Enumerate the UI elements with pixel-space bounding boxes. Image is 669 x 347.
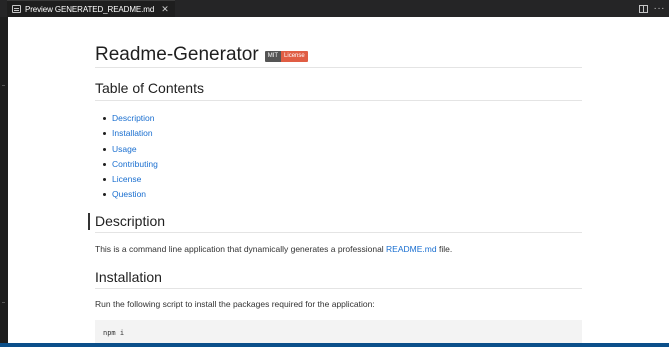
more-actions-icon[interactable]: ··· bbox=[654, 3, 666, 14]
toc-link-question[interactable]: Question bbox=[103, 187, 158, 202]
description-text-end: file. bbox=[436, 244, 453, 254]
tab-preview-readme[interactable]: Preview GENERATED_README.md ✕ bbox=[7, 0, 175, 17]
description-text-start: This is a command line application that … bbox=[95, 244, 387, 254]
installation-text: Run the following script to install the … bbox=[95, 299, 375, 309]
badge-message: License bbox=[281, 50, 308, 62]
installation-heading: Installation bbox=[95, 269, 162, 285]
code-text: npm i bbox=[103, 329, 125, 337]
editor-actions: ··· bbox=[638, 0, 666, 17]
description-text: This is a command line application that … bbox=[95, 244, 452, 254]
gutter-mark bbox=[2, 85, 5, 86]
toc-divider bbox=[95, 100, 582, 101]
license-badge: MIT License bbox=[264, 50, 308, 62]
editor-gutter bbox=[0, 17, 8, 343]
title-divider bbox=[95, 67, 582, 68]
toc-link-installation[interactable]: Installation bbox=[103, 126, 158, 141]
table-of-contents: Description Installation Usage Contribut… bbox=[103, 111, 158, 203]
tab-title: Preview GENERATED_README.md bbox=[25, 4, 155, 14]
description-heading: Description bbox=[95, 213, 166, 229]
editor-tab-bar: Preview GENERATED_README.md ✕ ··· bbox=[0, 0, 669, 17]
toc-link-usage[interactable]: Usage bbox=[103, 142, 158, 157]
badge-label: MIT bbox=[264, 50, 282, 62]
close-icon[interactable]: ✕ bbox=[161, 4, 169, 14]
toc-heading: Table of Contents bbox=[95, 80, 204, 96]
preview-icon bbox=[12, 5, 21, 13]
toc-link-description[interactable]: Description bbox=[103, 111, 158, 126]
gutter-mark bbox=[2, 302, 5, 303]
toc-link-license[interactable]: License bbox=[103, 172, 158, 187]
page-title-row: Readme-Generator MIT License bbox=[95, 43, 308, 67]
page-title: Readme-Generator bbox=[95, 44, 259, 65]
description-divider bbox=[95, 232, 582, 233]
readme-link[interactable]: README.md bbox=[386, 244, 437, 254]
status-bar bbox=[0, 343, 669, 347]
installation-divider bbox=[95, 288, 582, 289]
toc-link-contributing[interactable]: Contributing bbox=[103, 157, 158, 172]
split-editor-icon[interactable] bbox=[638, 4, 648, 13]
section-focus-marker bbox=[88, 213, 90, 230]
